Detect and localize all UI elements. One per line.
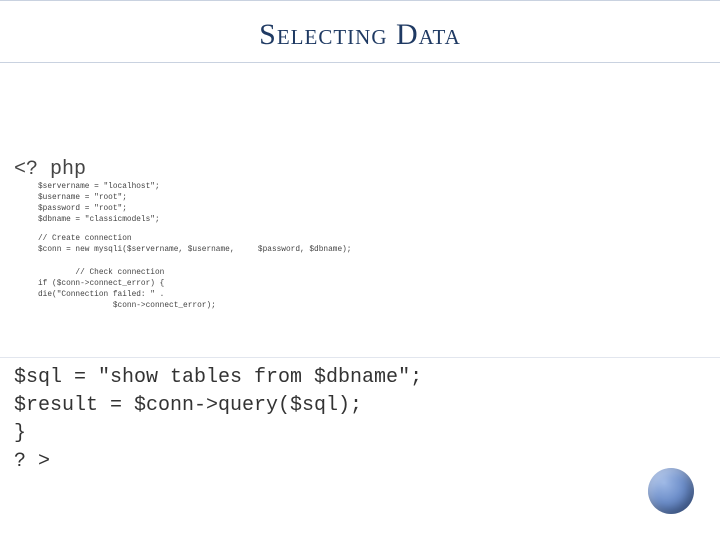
code-line: die("Connection failed: " . xyxy=(38,291,164,299)
slide: Selecting Data <? php $servername = "loc… xyxy=(0,0,720,540)
code-create-connection: // Create connection $conn = new mysqli(… xyxy=(38,234,352,256)
code-variable-assignments: $servername = "localhost"; $username = "… xyxy=(38,182,160,226)
code-php-open-tag: <? php xyxy=(14,158,86,181)
divider xyxy=(0,62,720,63)
code-check-connection: // Check connection if ($conn->connect_e… xyxy=(38,268,216,312)
code-line: if ($conn->connect_error) { xyxy=(38,280,164,288)
divider xyxy=(0,0,720,1)
slide-title: Selecting Data xyxy=(0,18,720,52)
code-line: $conn->connect_error); xyxy=(38,302,216,310)
decorative-sphere-icon xyxy=(648,468,694,514)
divider xyxy=(0,357,720,358)
code-line: // Check connection xyxy=(38,269,164,277)
code-query-block: $sql = "show tables from $dbname"; $resu… xyxy=(14,364,422,476)
